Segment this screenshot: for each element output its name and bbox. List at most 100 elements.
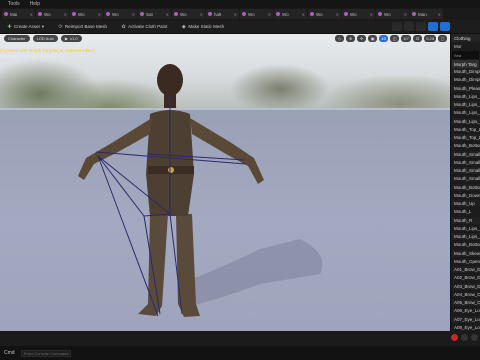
document-tab[interactable]: halt ✕	[206, 9, 239, 19]
morph-target-item[interactable]: Mouth_Lips_	[451, 109, 480, 118]
morph-target-item[interactable]: Mouth_Lips_	[451, 101, 480, 110]
morph-target-item[interactable]: Mouth_R	[451, 216, 480, 225]
close-icon[interactable]: ✕	[98, 12, 101, 17]
close-icon[interactable]: ✕	[132, 12, 135, 17]
close-icon[interactable]: ✕	[370, 12, 373, 17]
document-tab[interactable]: Sat ✕	[138, 9, 171, 19]
morph-target-item[interactable]: Mouth_Up	[451, 200, 480, 209]
morph-target-item[interactable]: Mouth_Small_	[451, 175, 480, 184]
document-tab[interactable]: Wo ✕	[104, 9, 137, 19]
panel-title[interactable]: Clothing	[451, 34, 480, 42]
menu-help[interactable]: Help	[30, 1, 40, 7]
viewport-control-button[interactable]: ⊡	[413, 35, 423, 42]
console-command-input[interactable]: Enter Console Command	[20, 349, 71, 357]
morph-target-item[interactable]: Mouth_Bottom	[451, 241, 480, 250]
document-tab[interactable]: Wo ✕	[240, 9, 273, 19]
morph-target-item[interactable]: Mouth_Pleas	[451, 84, 480, 93]
character-mesh[interactable]	[0, 34, 450, 331]
close-icon[interactable]: ✕	[166, 12, 169, 17]
morph-target-item[interactable]: Mouth_Small_	[451, 167, 480, 176]
morph-target-item[interactable]: Mouth_Small_	[451, 150, 480, 159]
document-tab[interactable]: Wo ✕	[274, 9, 307, 19]
morph-target-item[interactable]: Mouth_Top_L	[451, 126, 480, 134]
morph-target-item[interactable]: Mouth_Dimpl	[451, 76, 480, 85]
morph-list-header[interactable]: Morph Targ	[452, 60, 479, 68]
morph-target-item[interactable]: A02_Brow_Do	[451, 274, 480, 283]
mode-button-active[interactable]	[428, 22, 438, 31]
morph-target-item[interactable]: A07_Eye_Loo	[451, 315, 480, 324]
viewport-control-button[interactable]: ▣	[368, 35, 378, 42]
close-icon[interactable]: ✕	[336, 12, 339, 17]
viewport-control-button[interactable]: 10°	[401, 35, 412, 42]
play-icon: ▶	[64, 36, 68, 41]
character-menu-button[interactable]: Character	[4, 35, 30, 42]
play-button[interactable]	[461, 334, 468, 341]
viewport-control-button[interactable]: ✣	[357, 35, 367, 42]
reimport-base-mesh-button[interactable]: ⟳ Reimport Base Mesh	[55, 22, 110, 31]
document-tab[interactable]: Wo ✕	[376, 9, 409, 19]
close-icon[interactable]: ✕	[200, 12, 203, 17]
document-tab[interactable]: Wo ✕	[342, 9, 375, 19]
viewport-control-button[interactable]: ◫	[390, 35, 400, 42]
tab-label: halt	[214, 11, 222, 17]
mode-button-b[interactable]	[404, 22, 414, 31]
close-icon[interactable]: ✕	[234, 12, 237, 17]
activate-cloth-paint-button[interactable]: ✿ Activate Cloth Paint	[118, 22, 170, 31]
viewport-control-button[interactable]: ▢	[438, 35, 447, 42]
asset-type-icon	[106, 12, 110, 16]
morph-target-item[interactable]: A05_Brow_Ou	[451, 299, 480, 308]
morph-target-item[interactable]: A03_Brow_Do	[451, 282, 480, 291]
morph-target-panel: Clothing Mor Sea Morph Targ Mouth_Dimpl M…	[450, 34, 480, 346]
morph-target-item[interactable]: Mouth_Bottom	[451, 183, 480, 192]
morph-target-item[interactable]: A06_Eye_Loo	[451, 307, 480, 316]
asset-type-icon	[276, 12, 280, 16]
morph-target-item[interactable]: Mouth_Lips_	[451, 93, 480, 101]
static-mesh-icon: ◆	[181, 23, 186, 30]
document-tab[interactable]: Wo ✕	[172, 9, 205, 19]
morph-target-item[interactable]: Mouth_L	[451, 208, 480, 217]
morph-target-item[interactable]: Mouth_Skewe	[451, 249, 480, 258]
viewport-control-button[interactable]: 0.25	[424, 35, 436, 42]
morph-target-item[interactable]: Mouth_Dimpl	[451, 68, 480, 77]
tab-label: Mai	[10, 11, 18, 17]
mode-button-a[interactable]	[392, 22, 402, 31]
morph-target-item[interactable]: Mouth_Lips_	[451, 117, 480, 126]
morph-target-item[interactable]: Mouth_Down	[451, 192, 480, 200]
speed-label: x1.0	[69, 36, 78, 41]
lod-menu-button[interactable]: LOD Auto	[32, 35, 58, 42]
record-button[interactable]	[451, 334, 458, 341]
loop-button[interactable]	[471, 334, 478, 341]
close-icon[interactable]: ✕	[268, 12, 271, 17]
document-tab[interactable]: Wo ✕	[36, 9, 69, 19]
close-icon[interactable]: ✕	[64, 12, 67, 17]
morph-target-item[interactable]: A01_Brow_Do	[451, 266, 480, 275]
menu-tools[interactable]: Tools	[8, 1, 20, 7]
document-tab[interactable]: Wo ✕	[70, 9, 103, 19]
mode-button-c[interactable]	[416, 22, 426, 31]
document-tab[interactable]: Mai ✕	[2, 9, 35, 19]
close-icon[interactable]: ✕	[438, 12, 441, 17]
close-icon[interactable]: ✕	[30, 12, 33, 17]
viewport-control-button[interactable]: ⊕	[346, 35, 356, 42]
morph-target-item[interactable]: A04_Brow_Ou	[451, 291, 480, 299]
morph-target-item[interactable]: Mouth_Bottom	[451, 142, 480, 151]
make-static-mesh-button[interactable]: ◆ Make Static Mesh	[178, 22, 227, 31]
document-tab[interactable]: Man ✕	[410, 9, 443, 19]
playback-speed-button[interactable]: ▶ x1.0	[60, 35, 82, 42]
morph-target-item[interactable]: Mouth_Small_	[451, 159, 480, 167]
mode-button-active-2[interactable]	[440, 22, 450, 31]
morph-target-item[interactable]: Mouth_Top_L	[451, 134, 480, 143]
morph-target-item[interactable]: Mouth_Open	[451, 258, 480, 266]
viewport-control-button[interactable]: ◇	[335, 35, 345, 42]
create-asset-button[interactable]: ✚ Create Asset ▾	[4, 22, 47, 31]
viewport[interactable]: Character LOD Auto ▶ x1.0 ◇ ⊕ ✣ ▣ 10 ◫ 10° ⊡ 0.2…	[0, 34, 450, 331]
cmd-dropdown[interactable]: Cmd	[4, 350, 15, 356]
lod-label: LOD Auto	[36, 36, 54, 41]
morph-target-item[interactable]: Mouth_Lips_	[451, 233, 480, 242]
morph-target-item[interactable]: Mouth_Lips_	[451, 225, 480, 233]
morph-search-input[interactable]: Sea	[452, 51, 479, 59]
close-icon[interactable]: ✕	[302, 12, 305, 17]
close-icon[interactable]: ✕	[404, 12, 407, 17]
viewport-control-button[interactable]: 10	[379, 35, 389, 42]
document-tab[interactable]: Wo ✕	[308, 9, 341, 19]
